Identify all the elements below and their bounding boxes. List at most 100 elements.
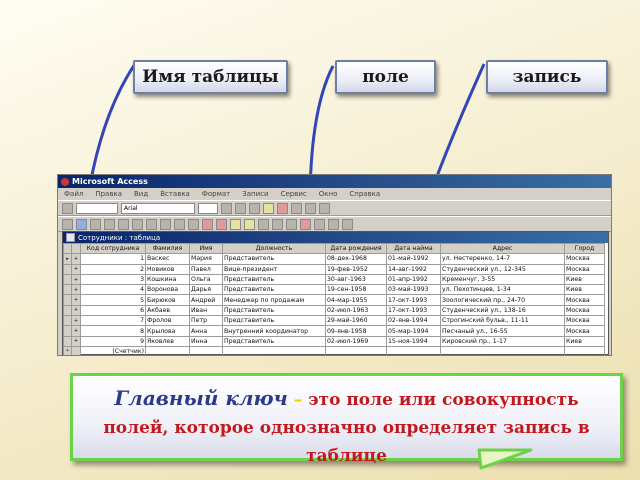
table-cell[interactable]: 9 bbox=[80, 335, 146, 347]
new-record-row[interactable]: * (Счетчик) bbox=[63, 345, 605, 355]
table-cell[interactable] bbox=[386, 345, 441, 355]
row-selector-header[interactable] bbox=[63, 242, 72, 255]
find-icon[interactable] bbox=[272, 218, 283, 230]
table-cell[interactable]: 05-мар-1994 bbox=[386, 325, 441, 337]
table-cell[interactable]: 09-янв-1958 bbox=[325, 325, 387, 337]
table-cell[interactable]: 02-июл-1963 bbox=[325, 304, 387, 317]
table-cell[interactable]: 6 bbox=[80, 304, 146, 317]
filter-by-form-icon[interactable] bbox=[244, 218, 255, 230]
expand-icon[interactable]: + bbox=[71, 253, 81, 265]
record-selector[interactable] bbox=[63, 325, 72, 337]
font-combo[interactable]: Arial bbox=[121, 202, 195, 214]
table-row[interactable]: +8 Крылова Анна Внутренний координатор 09-ян… bbox=[63, 325, 605, 337]
row-selector-header[interactable] bbox=[71, 242, 81, 255]
table-cell[interactable]: Яковлев bbox=[145, 335, 190, 347]
table-cell[interactable]: Москва bbox=[564, 315, 605, 327]
table-cell[interactable]: 08-дек-1968 bbox=[325, 253, 387, 265]
table-cell[interactable]: Внутренний координатор bbox=[222, 325, 326, 337]
table-cell[interactable]: 02-июл-1969 bbox=[325, 335, 387, 347]
autonumber-cell[interactable]: (Счетчик) bbox=[80, 345, 146, 355]
table-cell[interactable]: 4 bbox=[80, 284, 146, 296]
sort-descending-icon[interactable] bbox=[216, 218, 227, 230]
column-header[interactable]: Должность bbox=[222, 242, 326, 255]
expand-icon[interactable]: + bbox=[71, 304, 81, 317]
copy-icon[interactable] bbox=[146, 218, 157, 230]
table-cell[interactable]: Инна bbox=[189, 335, 223, 347]
table-cell[interactable]: Васкес bbox=[145, 253, 190, 265]
table-cell[interactable]: Представитель bbox=[222, 335, 326, 347]
menu-item[interactable]: Файл bbox=[64, 190, 83, 198]
record-selector[interactable] bbox=[63, 304, 72, 317]
expand-icon[interactable]: + bbox=[71, 335, 81, 347]
table-cell[interactable]: Новиков bbox=[145, 263, 190, 275]
object-combo[interactable] bbox=[76, 202, 118, 214]
expand-icon[interactable]: + bbox=[71, 325, 81, 337]
table-cell[interactable]: Киев bbox=[564, 273, 605, 286]
paste-icon[interactable] bbox=[160, 218, 171, 230]
table-cell[interactable]: Кошкина bbox=[145, 273, 190, 286]
spelling-icon[interactable] bbox=[118, 218, 129, 230]
hyperlink-icon[interactable] bbox=[188, 218, 199, 230]
table-cell[interactable]: Павел bbox=[189, 263, 223, 275]
table-row[interactable]: +6 Акбаев Иван Представитель 02-июл-1963 17-о… bbox=[63, 304, 605, 317]
menu-item[interactable]: Справка bbox=[349, 190, 380, 198]
table-cell[interactable]: Песчаный ул., 16-55 bbox=[440, 325, 565, 337]
table-cell[interactable]: 29-май-1960 bbox=[325, 315, 387, 327]
record-selector[interactable] bbox=[63, 315, 72, 327]
table-row[interactable]: +2 Новиков Павел Вице-президент 19-фев-1952 1… bbox=[63, 263, 605, 275]
column-header[interactable]: Дата рождения bbox=[325, 242, 387, 255]
table-cell[interactable]: Москва bbox=[564, 304, 605, 317]
menu-item[interactable]: Вид bbox=[134, 190, 148, 198]
special-effect-icon[interactable] bbox=[319, 202, 330, 214]
menu-item[interactable]: Сервис bbox=[281, 190, 307, 198]
table-cell[interactable]: Иван bbox=[189, 304, 223, 317]
new-object-icon[interactable] bbox=[328, 218, 339, 230]
column-header[interactable]: Фамилия bbox=[145, 242, 190, 255]
table-cell[interactable]: Крылова bbox=[145, 325, 190, 337]
expand-icon[interactable]: + bbox=[71, 263, 81, 275]
table-cell[interactable]: Дарья bbox=[189, 284, 223, 296]
table-cell[interactable]: Москва bbox=[564, 325, 605, 337]
table-cell[interactable]: Бирюков bbox=[145, 294, 190, 306]
table-cell[interactable] bbox=[145, 345, 190, 355]
column-header[interactable]: Адрес bbox=[440, 242, 565, 255]
sort-ascending-icon[interactable] bbox=[202, 218, 213, 230]
table-cell[interactable]: Представитель bbox=[222, 253, 326, 265]
table-row[interactable]: +7 Фролов Петр Представитель 29-май-1960 02-я… bbox=[63, 315, 605, 327]
table-cell[interactable]: Киев bbox=[564, 284, 605, 296]
record-selector[interactable]: ▸ bbox=[63, 253, 72, 265]
table-cell[interactable]: Представитель bbox=[222, 315, 326, 327]
underline-icon[interactable] bbox=[249, 202, 260, 214]
table-cell[interactable]: 7 bbox=[80, 315, 146, 327]
table-cell[interactable]: 17-окт-1993 bbox=[386, 294, 441, 306]
fill-color-icon[interactable] bbox=[263, 202, 274, 214]
column-header[interactable]: Код сотрудника bbox=[80, 242, 146, 255]
table-cell[interactable]: 15-ноя-1994 bbox=[386, 335, 441, 347]
table-cell[interactable]: 5 bbox=[80, 294, 146, 306]
table-cell[interactable]: 02-янв-1994 bbox=[386, 315, 441, 327]
record-selector[interactable] bbox=[63, 294, 72, 306]
table-cell[interactable]: Воронова bbox=[145, 284, 190, 296]
column-header[interactable]: Имя bbox=[189, 242, 223, 255]
menu-item[interactable]: Правка bbox=[95, 190, 122, 198]
table-cell[interactable] bbox=[564, 345, 605, 355]
table-cell[interactable]: Представитель bbox=[222, 284, 326, 296]
table-cell[interactable]: Строгинский бульв., 11-11 bbox=[440, 315, 565, 327]
save-icon[interactable] bbox=[76, 218, 87, 230]
database-window-icon[interactable] bbox=[314, 218, 325, 230]
table-cell[interactable]: Анна bbox=[189, 325, 223, 337]
column-header[interactable]: Город bbox=[564, 242, 605, 255]
expand-icon[interactable]: + bbox=[71, 273, 81, 286]
table-row[interactable]: +9 Яковлев Инна Представитель 02-июл-1969 15-… bbox=[63, 335, 605, 347]
table-cell[interactable]: Менеджер по продажам bbox=[222, 294, 326, 306]
table-cell[interactable]: ул. Пехотинцев, 1-34 bbox=[440, 284, 565, 296]
table-cell[interactable]: 30-авг-1963 bbox=[325, 273, 387, 286]
view-icon[interactable] bbox=[62, 202, 73, 214]
table-cell[interactable]: Представитель bbox=[222, 304, 326, 317]
bold-icon[interactable] bbox=[221, 202, 232, 214]
table-cell[interactable]: 01-апр-1992 bbox=[386, 273, 441, 286]
column-header[interactable]: Дата найма bbox=[386, 242, 441, 255]
table-cell[interactable]: 19-фев-1952 bbox=[325, 263, 387, 275]
undo-icon[interactable] bbox=[174, 218, 185, 230]
table-cell[interactable]: Фролов bbox=[145, 315, 190, 327]
